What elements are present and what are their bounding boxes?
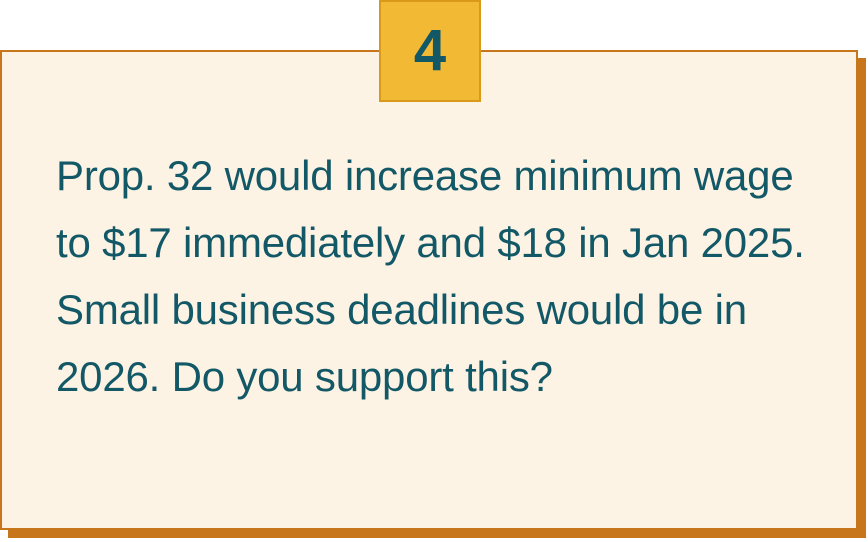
question-number-badge: 4 [379, 0, 481, 102]
question-text: Prop. 32 would increase minimum wage to … [56, 152, 805, 400]
